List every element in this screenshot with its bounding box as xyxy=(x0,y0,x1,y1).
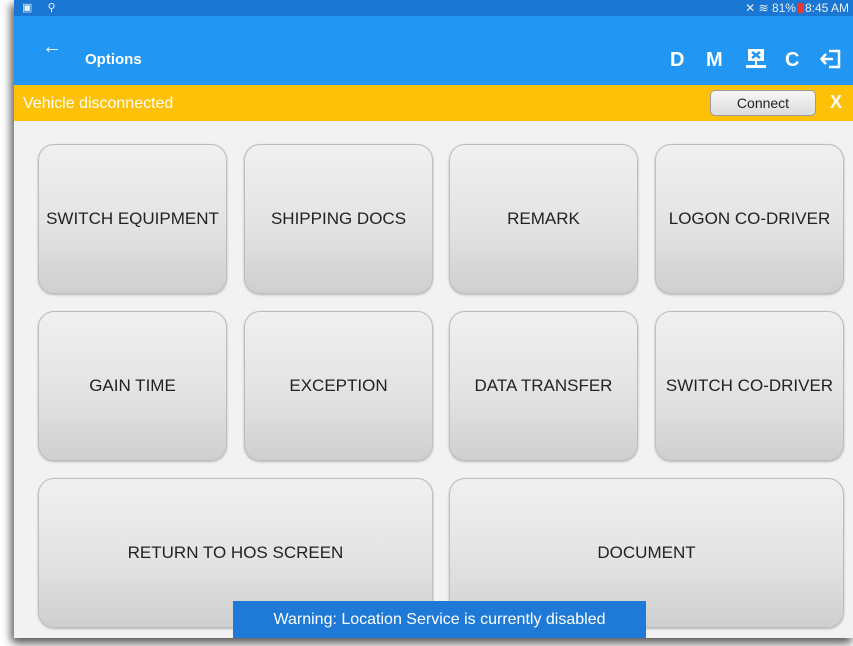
back-arrow-icon[interactable]: ← xyxy=(42,36,62,58)
connect-button[interactable]: Connect xyxy=(710,90,816,116)
switch-co-driver-button[interactable]: SWITCH CO-DRIVER xyxy=(655,311,844,461)
gain-time-button[interactable]: GAIN TIME xyxy=(38,311,227,461)
shipping-docs-button[interactable]: SHIPPING DOCS xyxy=(244,144,433,294)
d-button[interactable]: D xyxy=(670,49,684,71)
wifi-icon: ≋ xyxy=(758,1,769,15)
battery-icon xyxy=(796,3,804,13)
refresh-icon[interactable]: C xyxy=(785,49,799,71)
location-warning-toast: Warning: Location Service is currently d… xyxy=(233,601,646,638)
mute-icon: ✕ xyxy=(745,1,756,15)
exception-button[interactable]: EXCEPTION xyxy=(244,311,433,461)
remark-button[interactable]: REMARK xyxy=(449,144,638,294)
data-transfer-button[interactable]: DATA TRANSFER xyxy=(449,311,638,461)
close-banner-button[interactable]: X xyxy=(830,91,842,113)
clock: 8:45 AM xyxy=(804,1,849,15)
notification-icons: ▣ ⚲ xyxy=(22,2,62,14)
logon-co-driver-button[interactable]: LOGON CO-DRIVER xyxy=(655,144,844,294)
status-bar: ▣ ⚲ ✕ ≋ 81% 8:45 AM xyxy=(14,0,853,16)
connection-banner: Vehicle disconnected Connect X xyxy=(14,85,853,121)
exit-icon[interactable] xyxy=(819,48,842,70)
m-button[interactable]: M xyxy=(706,49,723,71)
banner-message: Vehicle disconnected xyxy=(23,95,174,112)
switch-equipment-button[interactable]: SWITCH EQUIPMENT xyxy=(38,144,227,294)
app-bar: ← Options D M C xyxy=(14,16,853,85)
device-screen: ▣ ⚲ ✕ ≋ 81% 8:45 AM ← Options D M C Vehi… xyxy=(14,0,853,638)
battery-level: 81% xyxy=(771,1,796,15)
elog-disconnect-icon[interactable] xyxy=(745,48,767,70)
page-title: Options xyxy=(85,51,142,68)
status-right: ✕ ≋ 81% 8:45 AM xyxy=(745,1,849,15)
